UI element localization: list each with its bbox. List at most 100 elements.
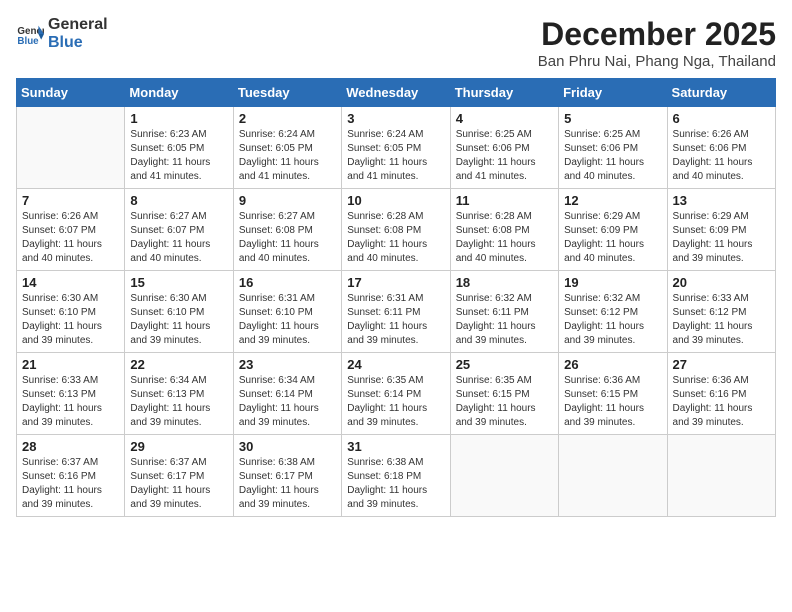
day-detail: Sunrise: 6:33 AM Sunset: 6:12 PM Dayligh…	[673, 292, 770, 348]
calendar-cell: 14 Sunrise: 6:30 AM Sunset: 6:10 PM Dayli…	[17, 271, 125, 353]
calendar-cell	[17, 107, 125, 189]
calendar-cell: 8Sunrise: 6:27 AM Sunset: 6:07 PM Daylig…	[125, 189, 233, 271]
calendar-cell: 21 Sunrise: 6:33 AM Sunset: 6:13 PM Dayli…	[17, 353, 125, 435]
day-number: 28	[22, 439, 119, 454]
calendar-cell: 1 Sunrise: 6:23 AM Sunset: 6:05 PM Daylig…	[125, 107, 233, 189]
calendar-cell: 9 Sunrise: 6:27 AM Sunset: 6:08 PM Daylig…	[233, 189, 341, 271]
day-number: 19	[564, 275, 661, 290]
day-number: 21	[22, 357, 119, 372]
day-detail: Sunrise: 6:38 AM Sunset: 6:18 PM Dayligh…	[347, 456, 444, 512]
day-detail: Sunrise: 6:26 AM Sunset: 6:07 PM Dayligh…	[22, 210, 119, 266]
day-number: 1	[130, 111, 227, 126]
day-number: 15	[130, 275, 227, 290]
week-row-4: 21 Sunrise: 6:33 AM Sunset: 6:13 PM Dayli…	[17, 353, 776, 435]
day-detail: Sunrise: 6:31 AM Sunset: 6:11 PM Dayligh…	[347, 292, 444, 348]
calendar-cell	[667, 435, 775, 517]
day-number: 13	[673, 193, 770, 208]
calendar-cell: 11Sunrise: 6:28 AM Sunset: 6:08 PM Dayli…	[450, 189, 558, 271]
header: General Blue General Blue December 2025 …	[16, 16, 776, 70]
day-detail: Sunrise: 6:30 AM Sunset: 6:10 PM Dayligh…	[22, 292, 119, 348]
day-detail: Sunrise: 6:24 AM Sunset: 6:05 PM Dayligh…	[239, 128, 336, 184]
day-detail: Sunrise: 6:34 AM Sunset: 6:13 PM Dayligh…	[130, 374, 227, 430]
week-row-3: 14 Sunrise: 6:30 AM Sunset: 6:10 PM Dayli…	[17, 271, 776, 353]
calendar-cell: 15Sunrise: 6:30 AM Sunset: 6:10 PM Dayli…	[125, 271, 233, 353]
calendar-cell: 19 Sunrise: 6:32 AM Sunset: 6:12 PM Dayli…	[559, 271, 667, 353]
weekday-header-wednesday: Wednesday	[342, 79, 450, 107]
day-detail: Sunrise: 6:33 AM Sunset: 6:13 PM Dayligh…	[22, 374, 119, 430]
calendar-cell: 26Sunrise: 6:36 AM Sunset: 6:15 PM Dayli…	[559, 353, 667, 435]
calendar-cell: 31Sunrise: 6:38 AM Sunset: 6:18 PM Dayli…	[342, 435, 450, 517]
day-detail: Sunrise: 6:32 AM Sunset: 6:12 PM Dayligh…	[564, 292, 661, 348]
day-detail: Sunrise: 6:28 AM Sunset: 6:08 PM Dayligh…	[347, 210, 444, 266]
day-number: 4	[456, 111, 553, 126]
logo-icon: General Blue	[16, 20, 44, 48]
calendar-cell: 18 Sunrise: 6:32 AM Sunset: 6:11 PM Dayli…	[450, 271, 558, 353]
calendar-cell	[450, 435, 558, 517]
day-number: 18	[456, 275, 553, 290]
calendar-cell: 17 Sunrise: 6:31 AM Sunset: 6:11 PM Dayli…	[342, 271, 450, 353]
day-detail: Sunrise: 6:37 AM Sunset: 6:17 PM Dayligh…	[130, 456, 227, 512]
day-number: 7	[22, 193, 119, 208]
calendar-cell: 7 Sunrise: 6:26 AM Sunset: 6:07 PM Daylig…	[17, 189, 125, 271]
calendar-cell: 30 Sunrise: 6:38 AM Sunset: 6:17 PM Dayli…	[233, 435, 341, 517]
calendar-table: SundayMondayTuesdayWednesdayThursdayFrid…	[16, 78, 776, 517]
day-number: 16	[239, 275, 336, 290]
day-detail: Sunrise: 6:27 AM Sunset: 6:08 PM Dayligh…	[239, 210, 336, 266]
day-detail: Sunrise: 6:23 AM Sunset: 6:05 PM Dayligh…	[130, 128, 227, 184]
day-detail: Sunrise: 6:36 AM Sunset: 6:15 PM Dayligh…	[564, 374, 661, 430]
calendar-cell: 16 Sunrise: 6:31 AM Sunset: 6:10 PM Dayli…	[233, 271, 341, 353]
day-detail: Sunrise: 6:26 AM Sunset: 6:06 PM Dayligh…	[673, 128, 770, 184]
day-detail: Sunrise: 6:27 AM Sunset: 6:07 PM Dayligh…	[130, 210, 227, 266]
day-detail: Sunrise: 6:29 AM Sunset: 6:09 PM Dayligh…	[564, 210, 661, 266]
day-detail: Sunrise: 6:35 AM Sunset: 6:15 PM Dayligh…	[456, 374, 553, 430]
calendar-cell: 29 Sunrise: 6:37 AM Sunset: 6:17 PM Dayli…	[125, 435, 233, 517]
day-detail: Sunrise: 6:34 AM Sunset: 6:14 PM Dayligh…	[239, 374, 336, 430]
day-number: 12	[564, 193, 661, 208]
calendar-cell: 25 Sunrise: 6:35 AM Sunset: 6:15 PM Dayli…	[450, 353, 558, 435]
day-number: 2	[239, 111, 336, 126]
calendar-cell: 6 Sunrise: 6:26 AM Sunset: 6:06 PM Daylig…	[667, 107, 775, 189]
day-detail: Sunrise: 6:38 AM Sunset: 6:17 PM Dayligh…	[239, 456, 336, 512]
calendar-cell: 10 Sunrise: 6:28 AM Sunset: 6:08 PM Dayli…	[342, 189, 450, 271]
calendar-cell: 22Sunrise: 6:34 AM Sunset: 6:13 PM Dayli…	[125, 353, 233, 435]
calendar-cell: 23Sunrise: 6:34 AM Sunset: 6:14 PM Dayli…	[233, 353, 341, 435]
day-number: 9	[239, 193, 336, 208]
day-number: 6	[673, 111, 770, 126]
logo-general: General	[48, 16, 108, 34]
day-number: 11	[456, 193, 553, 208]
location-title: Ban Phru Nai, Phang Nga, Thailand	[538, 53, 776, 70]
calendar-cell	[559, 435, 667, 517]
day-number: 25	[456, 357, 553, 372]
day-detail: Sunrise: 6:35 AM Sunset: 6:14 PM Dayligh…	[347, 374, 444, 430]
weekday-header-friday: Friday	[559, 79, 667, 107]
calendar-cell: 20 Sunrise: 6:33 AM Sunset: 6:12 PM Dayli…	[667, 271, 775, 353]
month-title: December 2025	[538, 16, 776, 53]
day-number: 29	[130, 439, 227, 454]
day-number: 20	[673, 275, 770, 290]
day-detail: Sunrise: 6:24 AM Sunset: 6:05 PM Dayligh…	[347, 128, 444, 184]
weekday-header-saturday: Saturday	[667, 79, 775, 107]
weekday-header-row: SundayMondayTuesdayWednesdayThursdayFrid…	[17, 79, 776, 107]
weekday-header-sunday: Sunday	[17, 79, 125, 107]
day-number: 17	[347, 275, 444, 290]
calendar-cell: 27 Sunrise: 6:36 AM Sunset: 6:16 PM Dayli…	[667, 353, 775, 435]
day-detail: Sunrise: 6:31 AM Sunset: 6:10 PM Dayligh…	[239, 292, 336, 348]
calendar-cell: 12 Sunrise: 6:29 AM Sunset: 6:09 PM Dayli…	[559, 189, 667, 271]
day-number: 3	[347, 111, 444, 126]
calendar-cell: 28Sunrise: 6:37 AM Sunset: 6:16 PM Dayli…	[17, 435, 125, 517]
day-number: 27	[673, 357, 770, 372]
day-detail: Sunrise: 6:25 AM Sunset: 6:06 PM Dayligh…	[456, 128, 553, 184]
week-row-1: 1 Sunrise: 6:23 AM Sunset: 6:05 PM Daylig…	[17, 107, 776, 189]
day-number: 14	[22, 275, 119, 290]
calendar-cell: 4 Sunrise: 6:25 AM Sunset: 6:06 PM Daylig…	[450, 107, 558, 189]
calendar-cell: 3 Sunrise: 6:24 AM Sunset: 6:05 PM Daylig…	[342, 107, 450, 189]
day-detail: Sunrise: 6:36 AM Sunset: 6:16 PM Dayligh…	[673, 374, 770, 430]
calendar-cell: 24Sunrise: 6:35 AM Sunset: 6:14 PM Dayli…	[342, 353, 450, 435]
day-number: 30	[239, 439, 336, 454]
week-row-2: 7 Sunrise: 6:26 AM Sunset: 6:07 PM Daylig…	[17, 189, 776, 271]
weekday-header-monday: Monday	[125, 79, 233, 107]
day-number: 5	[564, 111, 661, 126]
logo-blue: Blue	[48, 34, 108, 52]
day-number: 10	[347, 193, 444, 208]
day-detail: Sunrise: 6:32 AM Sunset: 6:11 PM Dayligh…	[456, 292, 553, 348]
